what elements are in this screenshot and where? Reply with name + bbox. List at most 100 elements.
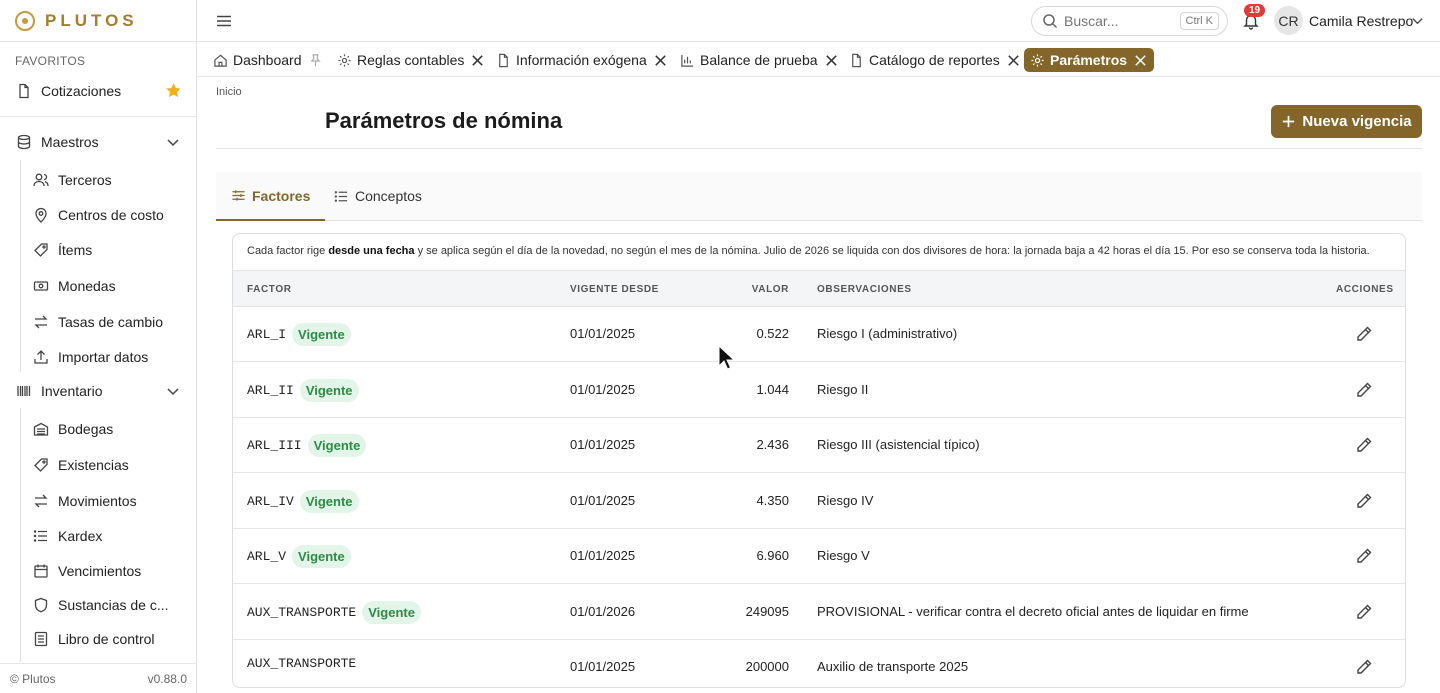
tab-factores[interactable]: Factores	[216, 172, 326, 221]
tab-dashboard[interactable]: Dashboard	[207, 48, 329, 72]
sidebar-item-terceros[interactable]: Terceros	[32, 168, 112, 192]
new-vigencia-button[interactable]: Nueva vigencia	[1271, 105, 1422, 138]
date-cell: 01/01/2025	[570, 492, 636, 508]
chevron-down-icon[interactable]	[165, 134, 181, 150]
edit-icon[interactable]	[1355, 325, 1373, 343]
brand-logo[interactable]: PLUTOS	[0, 0, 196, 42]
gear-icon	[337, 53, 352, 68]
date-cell: 01/01/2025	[570, 659, 636, 674]
value-cell: 4.350	[756, 492, 789, 508]
star-icon[interactable]	[165, 82, 182, 99]
user-name[interactable]: Camila Restrepo	[1309, 13, 1413, 29]
sidebar-item-label: Monedas	[58, 278, 116, 294]
warehouse-icon	[32, 420, 50, 438]
status-badge: Vigente	[307, 434, 367, 457]
table-row: ARL_II Vigente 01/01/2025 1.044 Riesgo II	[233, 363, 1405, 418]
bar-chart-icon	[680, 53, 695, 68]
tab-label: Reglas contables	[357, 52, 465, 68]
tab-reglas-contables[interactable]: Reglas contables	[331, 48, 491, 72]
button-label: Nueva vigencia	[1302, 113, 1412, 130]
sidebar-item-existencias[interactable]: Existencias	[32, 453, 129, 477]
factors-table-card: Cada factor rige desde una fecha y se ap…	[232, 233, 1406, 688]
sidebar-item-label: Cotizaciones	[41, 83, 122, 99]
edit-icon[interactable]	[1355, 436, 1373, 454]
gear-icon	[1030, 53, 1045, 68]
file-icon	[849, 53, 864, 68]
edit-icon[interactable]	[1355, 603, 1373, 621]
tab-label: Conceptos	[355, 188, 422, 204]
sidebar-item-sustancias[interactable]: Sustancias de c...	[32, 593, 169, 617]
sidebar-item-label: Centros de costo	[58, 207, 164, 223]
table-row: ARL_III Vigente 01/01/2025 2.436 Riesgo III …	[233, 418, 1405, 473]
swap-icon	[32, 492, 50, 510]
hamburger-menu-icon[interactable]	[215, 12, 233, 30]
tree-line	[20, 160, 21, 372]
table-header: FACTOR VIGENTE DESDE VALOR OBSERVACIONES…	[233, 270, 1405, 307]
search-shortcut: Ctrl K	[1179, 12, 1219, 30]
sidebar-item-kardex[interactable]: Kardex	[32, 524, 102, 548]
sidebar-group-maestros[interactable]: Maestros	[15, 130, 99, 154]
tab-conceptos[interactable]: Conceptos	[334, 172, 422, 220]
sidebar-item-label: Libro de control	[58, 631, 155, 647]
sidebar-item-label: Ítems	[58, 242, 93, 258]
copyright: © Plutos	[10, 671, 56, 686]
sidebar-item-monedas[interactable]: Monedas	[32, 274, 116, 298]
status-badge: Vigente	[299, 489, 359, 513]
open-tabs-bar: Dashboard Reglas contables Información e…	[197, 43, 1440, 77]
tab-label: Información exógena	[516, 52, 647, 68]
col-header-factor[interactable]: FACTOR	[247, 284, 292, 295]
col-header-value[interactable]: VALOR	[703, 284, 789, 295]
tab-parametros[interactable]: Parámetros	[1024, 48, 1155, 72]
search-input[interactable]	[1064, 13, 1174, 29]
tab-label: Catálogo de reportes	[869, 52, 1000, 68]
avatar[interactable]: CR	[1274, 6, 1303, 35]
table-row: ARL_IV Vigente 01/01/2025 4.350 Riesgo IV	[233, 474, 1405, 529]
observations-cell: Riesgo I (administrativo)	[817, 326, 958, 341]
edit-icon[interactable]	[1355, 381, 1373, 399]
sidebar-item-bodegas[interactable]: Bodegas	[32, 417, 113, 441]
brand-name: PLUTOS	[45, 10, 138, 30]
edit-icon[interactable]	[1355, 547, 1373, 565]
close-icon[interactable]	[470, 53, 485, 68]
edit-icon[interactable]	[1355, 658, 1373, 676]
factor-cell: ARL_V Vigente	[247, 545, 351, 568]
sidebar-item-movimientos[interactable]: Movimientos	[32, 489, 137, 513]
col-header-date[interactable]: VIGENTE DESDE	[570, 284, 659, 295]
close-icon[interactable]	[653, 53, 668, 68]
tab-catalogo-de-reportes[interactable]: Catálogo de reportes	[843, 48, 1027, 72]
chevron-down-icon[interactable]	[1410, 13, 1425, 28]
close-icon[interactable]	[1133, 53, 1148, 68]
search-box[interactable]: Ctrl K	[1031, 6, 1228, 36]
sidebar-item-tasas-de-cambio[interactable]: Tasas de cambio	[32, 310, 163, 334]
factor-cell: ARL_II Vigente	[247, 378, 359, 402]
chevron-down-icon[interactable]	[165, 383, 181, 399]
close-icon[interactable]	[824, 53, 839, 68]
value-cell: 0.522	[756, 326, 789, 341]
factor-code: ARL_V	[247, 549, 287, 564]
pin-icon[interactable]	[308, 53, 323, 68]
tab-label: Parámetros	[1050, 52, 1128, 68]
tab-informacion-exogena[interactable]: Información exógena	[490, 48, 674, 72]
factor-cell: AUX_TRANSPORTE	[247, 656, 356, 671]
shield-icon	[32, 596, 50, 614]
sidebar-item-importar-datos[interactable]: Importar datos	[32, 345, 148, 369]
divider	[0, 116, 197, 117]
col-header-obs[interactable]: OBSERVACIONES	[817, 284, 912, 295]
sidebar-item-cotizaciones[interactable]: Cotizaciones	[15, 79, 121, 103]
edit-icon[interactable]	[1355, 492, 1373, 510]
breadcrumb[interactable]: Inicio	[216, 86, 242, 98]
sidebar-item-centros-de-costo[interactable]: Centros de costo	[32, 203, 164, 227]
sidebar-item-libro-de-control[interactable]: Libro de control	[32, 627, 155, 651]
tab-balance-de-prueba[interactable]: Balance de prueba	[674, 48, 845, 72]
sidebar-item-items[interactable]: Ítems	[32, 238, 92, 262]
sidebar-item-vencimientos[interactable]: Vencimientos	[32, 559, 141, 583]
sidebar-item-label: Sustancias de c...	[58, 597, 169, 613]
factor-code: AUX_TRANSPORTE	[247, 604, 357, 620]
sidebar-item-label: Terceros	[58, 172, 112, 188]
sidebar-item-label: Tasas de cambio	[58, 314, 164, 330]
sidebar-item-label: Importar datos	[58, 349, 149, 365]
factor-code: ARL_II	[247, 382, 294, 398]
sidebar-group-inventario[interactable]: Inventario	[15, 379, 102, 403]
calendar-icon	[32, 562, 50, 580]
close-icon[interactable]	[1006, 53, 1021, 68]
